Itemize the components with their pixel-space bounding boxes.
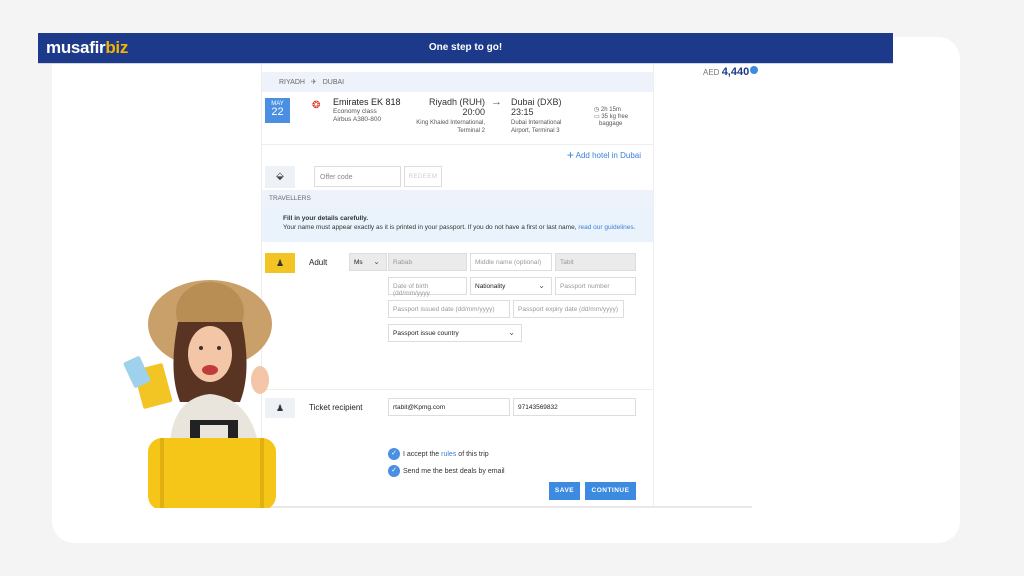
flight-name: Emirates EK 818 <box>333 97 401 107</box>
accept-rules-checkbox[interactable]: ✓ I accept the rules of this trip <box>388 448 489 460</box>
top-navbar: musafirbiz One step to go! <box>38 33 893 63</box>
travellers-heading: TRAVELLERS <box>262 190 653 207</box>
recipient-email-input[interactable]: rtabit@Kpmg.com <box>388 398 510 416</box>
chevron-down-icon: ⌄ <box>508 328 515 337</box>
check-icon: ✓ <box>388 465 400 477</box>
clock-icon: ◷ <box>594 107 600 113</box>
redeem-button[interactable]: REDEEM <box>404 166 442 187</box>
flight-date: MAY 22 <box>265 98 290 123</box>
baggage-icon: ▭ <box>594 114 600 120</box>
nationality-select[interactable]: Nationality ⌄ <box>470 277 552 295</box>
emirates-logo-icon: ❂ <box>312 100 321 111</box>
continue-button[interactable]: CONTINUE <box>585 482 636 500</box>
plus-icon: + <box>566 148 574 162</box>
recipient-phone-input[interactable]: 97143569832 <box>513 398 636 416</box>
divider <box>262 389 653 390</box>
booking-panel: RIYADH ✈ DUBAI MAY 22 ❂ Emirates EK 818 E… <box>261 64 654 506</box>
title-select[interactable]: Ms ⌄ <box>349 253 387 271</box>
departure: Riyadh (RUH) 20:00 King Khaled Internati… <box>416 97 485 134</box>
offer-code-input[interactable]: Offer code <box>314 166 401 187</box>
total-price: AED 4,440 <box>703 66 759 78</box>
passport-number-input[interactable]: Passport number <box>555 277 636 295</box>
chevron-down-icon: ⌄ <box>373 257 380 266</box>
arrival: Dubai (DXB) 23:15 Dubai International Air… <box>511 97 562 134</box>
travellers-notice: Fill in your details carefully. Your nam… <box>262 207 653 242</box>
dob-input[interactable]: Date of birth (dd/mm/yyyy <box>388 277 467 297</box>
passport-expiry-input[interactable]: Passport expiry date (dd/mm/yyyy) <box>513 300 624 318</box>
info-icon[interactable] <box>750 66 759 74</box>
deals-email-checkbox[interactable]: ✓ Send me the best deals by email <box>388 465 505 477</box>
last-name-input[interactable]: Tabit <box>555 253 636 271</box>
tag-icon: ⬙ <box>265 166 295 188</box>
header-tagline: One step to go! <box>428 42 503 53</box>
guidelines-link[interactable]: read our guidelines. <box>578 224 635 231</box>
ticket-recipient-label: Ticket recipient <box>309 403 363 412</box>
passport-issue-country-select[interactable]: Passport issue country ⌄ <box>388 324 522 342</box>
middle-name-input[interactable]: Middle name (optional) <box>470 253 552 271</box>
rules-link[interactable]: rules <box>441 451 456 458</box>
check-icon: ✓ <box>388 448 400 460</box>
divider <box>212 506 752 508</box>
passport-issued-input[interactable]: Passport issued date (dd/mm/yyyy) <box>388 300 510 318</box>
adult-label: Adult <box>309 258 328 267</box>
traveller-illustration <box>123 280 276 508</box>
arrow-right-icon: → <box>491 96 502 108</box>
add-hotel-link[interactable]: + Add hotel in Dubai <box>567 148 641 162</box>
first-name-input[interactable]: Rabab <box>388 253 467 271</box>
flight-summary: MAY 22 ❂ Emirates EK 818 Economy class Air… <box>262 92 653 142</box>
offer-row: ⬙ Offer code REDEEM <box>262 166 653 188</box>
plane-icon: ✈ <box>310 79 317 86</box>
save-button[interactable]: SAVE <box>549 482 580 500</box>
flight-duration: ◷ 2h 15m ▭ 35 kg free baggage <box>594 107 629 127</box>
chevron-down-icon: ⌄ <box>538 281 545 290</box>
flight-details: Economy class Airbus A380-800 <box>333 108 382 123</box>
divider <box>262 144 653 145</box>
route-bar: RIYADH ✈ DUBAI <box>262 72 653 92</box>
